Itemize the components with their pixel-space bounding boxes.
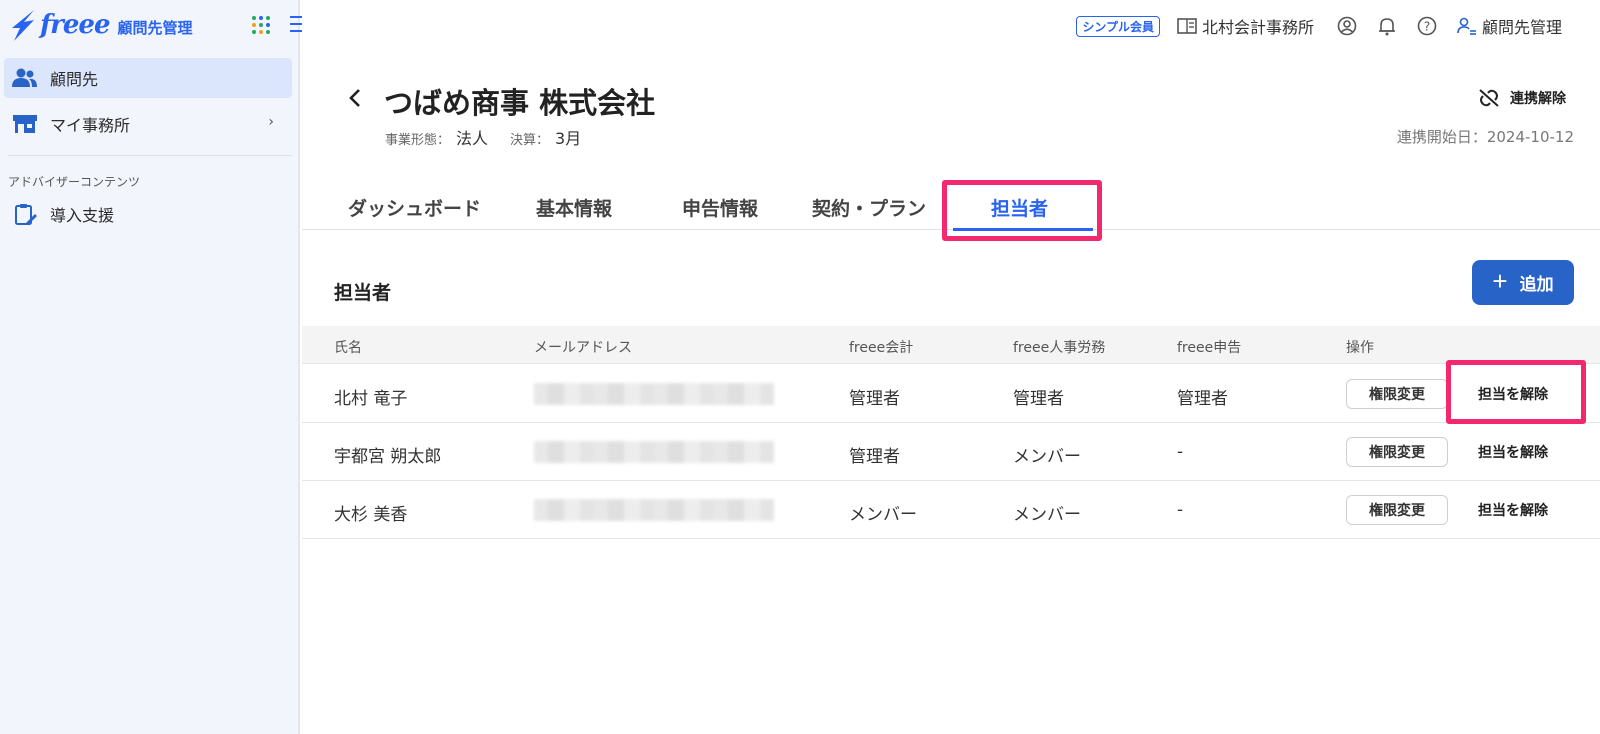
column-header-email: メールアドレス bbox=[534, 340, 632, 356]
accounting-role: メンバー bbox=[849, 505, 917, 525]
office-switcher[interactable]: 北村会計事務所 bbox=[1176, 14, 1314, 38]
table-row: 北村 竜子 管理者 管理者 管理者 権限変更 担当を解除 bbox=[302, 365, 1600, 423]
staff-name: 大杉 美香 bbox=[334, 505, 408, 525]
freee-bird-icon bbox=[12, 10, 34, 41]
sidebar-item-label: 顧問先 bbox=[50, 70, 99, 89]
page-title: つばめ商事 株式会社 bbox=[384, 86, 656, 120]
accounting-role: 管理者 bbox=[849, 447, 900, 467]
section-title: 担当者 bbox=[334, 282, 392, 304]
store-icon bbox=[12, 113, 38, 135]
sidebar-divider bbox=[8, 155, 292, 156]
membership-badge: シンプル会員 bbox=[1076, 15, 1160, 37]
table-header: 氏名 メールアドレス freee会計 freee人事労務 freee申告 操作 bbox=[302, 326, 1600, 364]
app-switcher[interactable]: 顧問先管理 bbox=[1456, 14, 1562, 38]
add-staff-button[interactable]: + 追加 bbox=[1472, 260, 1574, 305]
account-icon[interactable] bbox=[1336, 15, 1358, 37]
column-header-actions: 操作 bbox=[1346, 340, 1374, 356]
tax-role: - bbox=[1177, 500, 1184, 520]
sidebar: freee 顧問先管理 顧問先 マイ事務所 › アドバイザーコンテンツ 導入支援 bbox=[0, 0, 302, 734]
staff-name: 宇都宮 朔太郎 bbox=[334, 447, 442, 467]
email-redacted bbox=[534, 441, 774, 463]
email-redacted bbox=[534, 383, 774, 405]
tab-dashboard[interactable]: ダッシュボード bbox=[348, 194, 481, 221]
users-icon bbox=[12, 67, 38, 89]
app-name: 顧問先管理 bbox=[1481, 18, 1562, 37]
sidebar-item-label: 導入支援 bbox=[50, 206, 115, 225]
release-highlight-box bbox=[1446, 360, 1586, 424]
fiscal-label: 決算： bbox=[510, 133, 550, 148]
sidebar-section-label: アドバイザーコンテンツ bbox=[8, 175, 141, 189]
add-label: 追加 bbox=[1519, 275, 1554, 294]
bell-icon[interactable] bbox=[1376, 15, 1398, 37]
link-since-date: 連携開始日：2024-10-12 bbox=[1396, 128, 1574, 146]
top-header: シンプル会員 北村会計事務所 ? 顧問先管理 bbox=[302, 0, 1600, 52]
accounting-role: 管理者 bbox=[849, 389, 900, 409]
column-header-hr: freee人事労務 bbox=[1013, 340, 1106, 356]
logo-subtitle: 顧問先管理 bbox=[117, 18, 193, 37]
column-header-name: 氏名 bbox=[334, 340, 362, 356]
user-settings-icon bbox=[1456, 15, 1478, 37]
staff-name: 北村 竜子 bbox=[334, 389, 408, 409]
table-row: 宇都宮 朔太郎 管理者 メンバー - 権限変更 担当を解除 bbox=[302, 423, 1600, 481]
logo-word: freee bbox=[40, 10, 111, 40]
business-type-value: 法人 bbox=[456, 129, 489, 148]
hr-role: メンバー bbox=[1013, 447, 1081, 467]
help-icon[interactable]: ? bbox=[1416, 15, 1438, 37]
release-staff-button[interactable]: 担当を解除 bbox=[1478, 442, 1548, 462]
unlink-button[interactable]: 連携解除 bbox=[1478, 88, 1566, 108]
tax-role: 管理者 bbox=[1177, 389, 1228, 409]
column-header-accounting: freee会計 bbox=[849, 340, 914, 356]
unlink-icon bbox=[1479, 89, 1499, 107]
fiscal-month-value: 3月 bbox=[555, 129, 582, 148]
sidebar-item-label: マイ事務所 bbox=[50, 116, 131, 135]
sidebar-header: freee 顧問先管理 bbox=[0, 0, 302, 52]
office-card-icon bbox=[1176, 15, 1198, 37]
column-header-tax: freee申告 bbox=[1177, 340, 1242, 356]
tax-role: - bbox=[1177, 442, 1184, 462]
svg-text:?: ? bbox=[1424, 20, 1430, 34]
chevron-right-icon: › bbox=[268, 114, 274, 130]
business-type-label: 事業形態： bbox=[385, 133, 451, 148]
menu-toggle-icon[interactable] bbox=[290, 16, 302, 34]
freee-logo[interactable]: freee 顧問先管理 bbox=[8, 8, 193, 42]
hr-role: メンバー bbox=[1013, 505, 1081, 525]
table-row: 大杉 美香 メンバー メンバー - 権限変更 担当を解除 bbox=[302, 481, 1600, 539]
apps-grid-icon[interactable] bbox=[252, 16, 270, 34]
tab-tax-filing[interactable]: 申告情報 bbox=[682, 194, 758, 221]
change-permission-button[interactable]: 権限変更 bbox=[1346, 379, 1448, 409]
back-chevron-icon[interactable] bbox=[344, 86, 366, 110]
company-meta: 事業形態： 法人 決算： 3月 bbox=[385, 125, 603, 149]
unlink-label: 連携解除 bbox=[1510, 91, 1566, 107]
sidebar-item-clients[interactable]: 顧問先 bbox=[4, 58, 292, 98]
tab-basic-info[interactable]: 基本情報 bbox=[536, 194, 612, 221]
tab-contract-plan[interactable]: 契約・プラン bbox=[812, 194, 926, 221]
change-permission-button[interactable]: 権限変更 bbox=[1346, 495, 1448, 525]
hr-role: 管理者 bbox=[1013, 389, 1064, 409]
clipboard-edit-icon bbox=[12, 203, 38, 225]
release-staff-button[interactable]: 担当を解除 bbox=[1478, 500, 1548, 520]
office-name: 北村会計事務所 bbox=[1201, 18, 1314, 37]
sidebar-item-onboarding[interactable]: 導入支援 bbox=[4, 194, 292, 234]
email-redacted bbox=[534, 499, 774, 521]
change-permission-button[interactable]: 権限変更 bbox=[1346, 437, 1448, 467]
tab-highlight-box bbox=[942, 180, 1102, 241]
plus-icon: + bbox=[1492, 265, 1508, 296]
sidebar-item-my-office[interactable]: マイ事務所 › bbox=[4, 104, 292, 144]
